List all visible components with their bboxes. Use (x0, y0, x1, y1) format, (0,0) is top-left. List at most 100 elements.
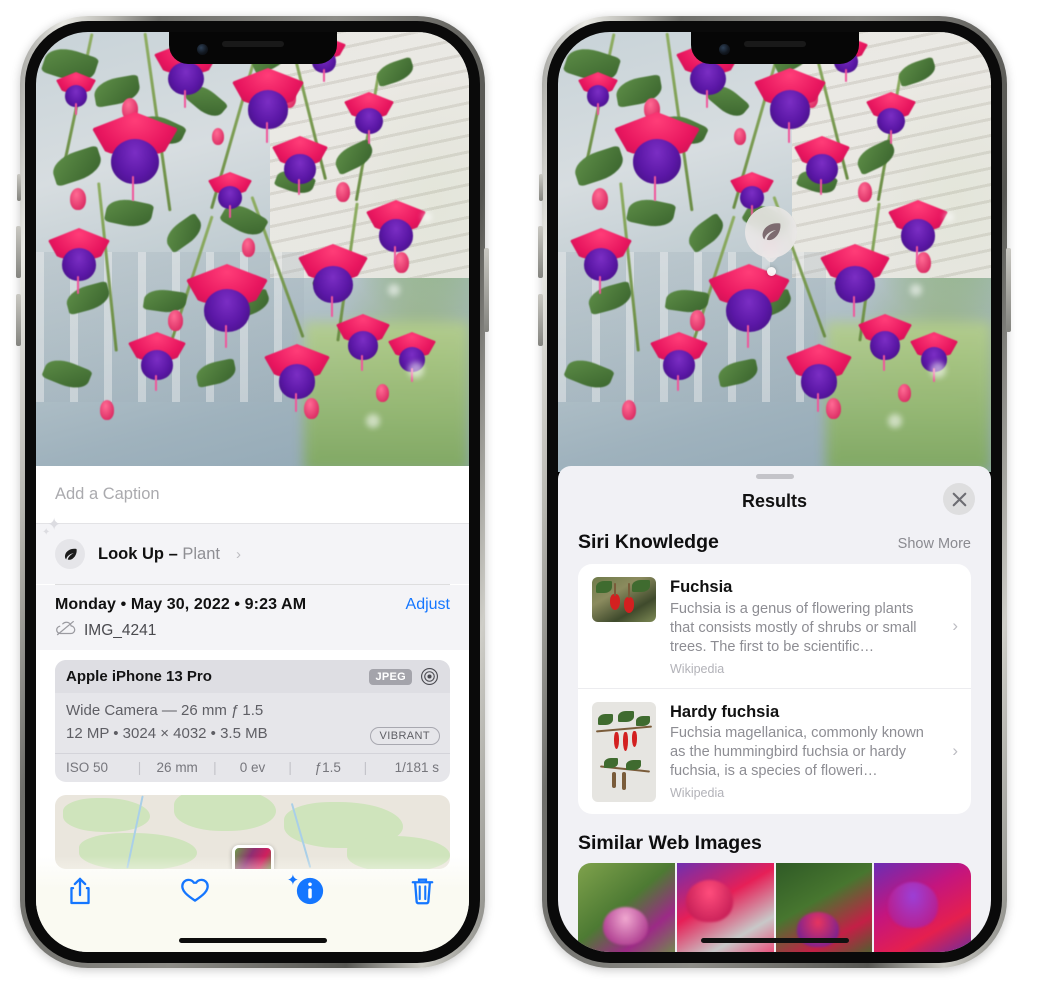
bokeh-highlight (388, 284, 400, 296)
flower-bud (734, 128, 746, 145)
show-more-button[interactable]: Show More (898, 536, 971, 552)
look-up-subject: Plant (182, 544, 220, 563)
format-badge: JPEG (369, 668, 412, 685)
flower-bud (336, 182, 350, 202)
look-up-row[interactable]: ✦ ✦ Look Up – Plant › (42, 515, 450, 584)
leaf-icon (762, 223, 781, 241)
close-button[interactable] (943, 483, 975, 515)
flower-bud (70, 188, 86, 210)
result-source: Wikipedia (670, 661, 725, 676)
volume-down-button[interactable] (538, 294, 543, 346)
flower-bud (622, 400, 636, 420)
result-source: Wikipedia (670, 786, 725, 801)
fuchsia-blossom (92, 112, 178, 201)
volume-up-button[interactable] (538, 226, 543, 278)
result-description: Fuchsia magellanica, commonly known as t… (670, 725, 924, 780)
bokeh-highlight (422, 212, 432, 222)
adjust-button[interactable]: Adjust (406, 596, 450, 614)
fuchsia-blossom (366, 200, 426, 264)
metadata-band: Monday • May 30, 2022 • 9:23 AM Adjust I… (36, 585, 469, 650)
screenshot-canvas: Add a Caption ✦ ✦ Look Up – Plant › Mond… (0, 0, 1055, 985)
fuchsia-blossom (56, 72, 96, 116)
flower-bud (212, 128, 224, 145)
bokeh-highlight (910, 284, 922, 296)
result-title: Fuchsia (670, 578, 733, 596)
exif-exposure: 0 ev (239, 760, 266, 775)
lens-line: Wide Camera — 26 mm ƒ 1.5 (66, 702, 264, 719)
photographic-style-badge: VIBRANT (369, 727, 440, 745)
camera-model: Apple iPhone 13 Pro (66, 668, 212, 685)
sparkle-small-icon: ✦ (42, 527, 51, 538)
mute-switch[interactable] (17, 174, 21, 201)
fuchsia-blossom (614, 112, 700, 201)
notch (690, 32, 859, 64)
fuchsia-blossom (858, 314, 912, 371)
capture-date: Monday • May 30, 2022 • 9:23 AM (55, 596, 307, 613)
web-image-thumb[interactable] (874, 862, 971, 952)
knowledge-result-row[interactable]: Hardy fuchsia Fuchsia magellanica, commo… (578, 687, 971, 814)
aperture-icon (420, 667, 439, 686)
siri-knowledge-title: Siri Knowledge (578, 531, 719, 553)
date-row: Monday • May 30, 2022 • 9:23 AM Adjust (55, 596, 450, 614)
info-button[interactable]: ✦ (287, 872, 325, 906)
look-up-band: ✦ ✦ Look Up – Plant › (36, 515, 469, 584)
fuchsia-blossom (794, 136, 850, 196)
siri-knowledge-header: Siri Knowledge Show More (558, 523, 991, 564)
earpiece-speaker (221, 41, 284, 47)
visual-look-up-badge[interactable] (745, 206, 797, 258)
knowledge-result-body: Hardy fuchsia Fuchsia magellanica, commo… (670, 702, 957, 801)
exif-aperture: ƒ1.5 (314, 760, 341, 775)
flower-bud (592, 188, 608, 210)
fuchsia-red-flowers-thumbnail (592, 577, 656, 622)
results-header: Results (558, 479, 991, 523)
power-button[interactable] (1006, 248, 1011, 332)
device-bezel: Add a Caption ✦ ✦ Look Up – Plant › Mond… (25, 21, 480, 963)
result-description: Fuchsia is a genus of flowering plants t… (670, 600, 917, 655)
fuchsia-blossom (786, 344, 852, 413)
flower-bud (898, 384, 911, 402)
share-icon[interactable] (66, 876, 96, 906)
fuchsia-blossom (336, 314, 390, 371)
cloud-slash-icon (55, 620, 77, 641)
fuchsia-blossom (820, 244, 890, 317)
siri-knowledge-card-list: Fuchsia Fuchsia is a genus of flowering … (578, 564, 971, 814)
caption-field-row[interactable]: Add a Caption (36, 466, 469, 524)
chevron-right-icon: › (952, 615, 958, 635)
favorite-heart-icon[interactable] (180, 876, 210, 906)
hardy-fuchsia-specimen-thumbnail (592, 701, 656, 802)
knowledge-result-body: Fuchsia Fuchsia is a genus of flowering … (670, 577, 957, 676)
fuchsia-blossom (272, 136, 328, 196)
power-button[interactable] (484, 248, 489, 332)
fuchsia-blossom (754, 68, 826, 144)
exif-iso: ISO 50 (66, 760, 109, 775)
front-camera (196, 44, 208, 55)
fuchsia-blossom (708, 264, 790, 349)
exif-stats-row: ISO 50 | 26 mm | 0 ev | ƒ1.5 | 1/181 s (55, 753, 450, 782)
flower-bud (100, 400, 114, 420)
exif-focal: 26 mm (156, 760, 198, 775)
result-title: Hardy fuchsia (670, 702, 780, 721)
bokeh-highlight (888, 414, 902, 428)
web-image-thumb[interactable] (578, 862, 675, 952)
exif-card[interactable]: Apple iPhone 13 Pro JPEG Wide Camera — 2… (55, 660, 450, 782)
trash-icon[interactable] (409, 876, 439, 906)
home-indicator (178, 938, 327, 943)
caption-input[interactable]: Add a Caption (55, 485, 160, 504)
photo-viewer[interactable] (36, 32, 469, 472)
flower-bud (376, 384, 389, 402)
look-up-title: Look Up – (98, 544, 183, 563)
mute-switch[interactable] (539, 174, 543, 201)
map-greenspace (173, 795, 277, 831)
photo-info-sheet: Add a Caption ✦ ✦ Look Up – Plant › Mond… (36, 466, 469, 952)
fuchsia-blossom (48, 228, 110, 295)
look-up-label: Look Up – Plant (98, 545, 220, 564)
bokeh-highlight (366, 414, 380, 428)
photo-viewer[interactable] (558, 32, 991, 472)
similar-web-images-title: Similar Web Images (578, 831, 762, 854)
bokeh-highlight (930, 362, 946, 378)
volume-up-button[interactable] (16, 226, 21, 278)
home-indicator (700, 938, 849, 943)
volume-down-button[interactable] (16, 294, 21, 346)
knowledge-result-row[interactable]: Fuchsia Fuchsia is a genus of flowering … (578, 564, 971, 688)
fuchsia-blossom (208, 172, 252, 218)
